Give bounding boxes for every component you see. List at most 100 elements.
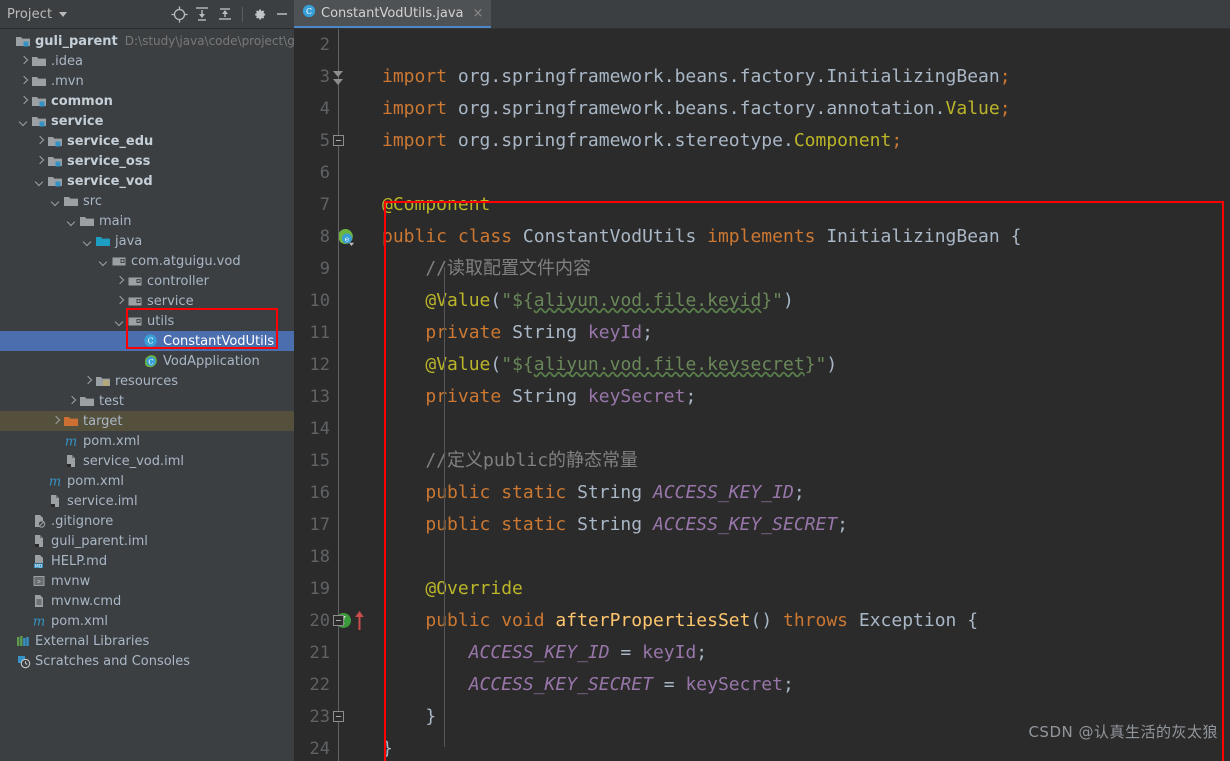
locate-target-icon[interactable] bbox=[168, 3, 190, 25]
editor-gutter[interactable] bbox=[334, 317, 382, 349]
minimize-icon[interactable] bbox=[271, 3, 293, 25]
tree-item-external-libraries[interactable]: External Libraries bbox=[0, 631, 294, 651]
spring-bean-gutter-icon[interactable]: e bbox=[337, 228, 356, 247]
tree-item-service-vod[interactable]: service_vod bbox=[0, 171, 294, 191]
chevron-right-icon[interactable] bbox=[34, 136, 45, 147]
tree-item-controller[interactable]: controller bbox=[0, 271, 294, 291]
code-line[interactable]: 18 bbox=[294, 541, 1230, 573]
chevron-right-icon[interactable] bbox=[66, 396, 77, 407]
code-line[interactable]: 2 bbox=[294, 29, 1230, 61]
tree-item-resources[interactable]: resources bbox=[0, 371, 294, 391]
code-line[interactable]: 20I public void afterPropertiesSet() thr… bbox=[294, 605, 1230, 637]
tree-item-gitignore[interactable]: .gitignore bbox=[0, 511, 294, 531]
code-line[interactable]: 4 import org.springframework.beans.factor… bbox=[294, 93, 1230, 125]
fold-marker-imports[interactable] bbox=[333, 79, 344, 85]
tree-item-pom-xml[interactable]: m pom.xml bbox=[0, 611, 294, 631]
tree-item-service[interactable]: service bbox=[0, 291, 294, 311]
chevron-right-icon[interactable] bbox=[18, 76, 29, 87]
code-line[interactable]: 5 import org.springframework.stereotype.C… bbox=[294, 125, 1230, 157]
tree-item-guli-parent[interactable]: guli_parent D:\study\java\code\project\gu… bbox=[0, 31, 294, 51]
code-line[interactable]: 12 @Value("${aliyun.vod.file.keysecret}"… bbox=[294, 349, 1230, 381]
chevron-down-icon[interactable] bbox=[114, 316, 125, 327]
project-tree[interactable]: guli_parent D:\study\java\code\project\gu… bbox=[0, 29, 294, 761]
code-line[interactable]: 8 e public class ConstantVodUtils implemen… bbox=[294, 221, 1230, 253]
editor-gutter[interactable] bbox=[334, 733, 382, 761]
tree-item-help-md[interactable]: MD HELP.md bbox=[0, 551, 294, 571]
tree-item-java[interactable]: java bbox=[0, 231, 294, 251]
chevron-right-icon[interactable] bbox=[18, 96, 29, 107]
code-line[interactable]: 3 import org.springframework.beans.factor… bbox=[294, 61, 1230, 93]
code-line[interactable]: 17 public static String ACCESS_KEY_SECRE… bbox=[294, 509, 1230, 541]
chevron-down-icon[interactable] bbox=[34, 176, 45, 187]
tree-item-mvnw-cmd[interactable]: mvnw.cmd bbox=[0, 591, 294, 611]
expand-all-icon[interactable] bbox=[191, 3, 213, 25]
editor-gutter[interactable]: e bbox=[334, 221, 382, 253]
editor-gutter[interactable] bbox=[334, 445, 382, 477]
chevron-down-icon[interactable] bbox=[66, 216, 77, 227]
editor-gutter[interactable] bbox=[334, 189, 382, 221]
editor-gutter[interactable] bbox=[334, 157, 382, 189]
chevron-down-icon[interactable] bbox=[50, 196, 61, 207]
tree-item-service-edu[interactable]: service_edu bbox=[0, 131, 294, 151]
editor-gutter[interactable] bbox=[334, 573, 382, 605]
chevron-down-icon[interactable] bbox=[82, 236, 93, 247]
tree-item-target[interactable]: target bbox=[0, 411, 294, 431]
code-viewport[interactable]: 2 3 import org.springframework.beans.facto… bbox=[294, 29, 1230, 761]
editor-gutter[interactable] bbox=[334, 29, 382, 61]
chevron-down-icon[interactable] bbox=[98, 256, 109, 267]
editor-gutter[interactable] bbox=[334, 285, 382, 317]
tab-constantvodutils[interactable]: C ConstantVodUtils.java × bbox=[294, 0, 492, 28]
tree-item-com-atguigu-vod[interactable]: com.atguigu.vod bbox=[0, 251, 294, 271]
chevron-right-icon[interactable] bbox=[34, 156, 45, 167]
tree-item-service-iml[interactable]: service.iml bbox=[0, 491, 294, 511]
chevron-right-icon[interactable] bbox=[18, 56, 29, 67]
settings-gear-icon[interactable] bbox=[248, 3, 270, 25]
code-line[interactable]: 9 //读取配置文件内容 bbox=[294, 253, 1230, 285]
tree-item-guli-parent-iml[interactable]: guli_parent.iml bbox=[0, 531, 294, 551]
tree-item-pom-xml[interactable]: m pom.xml bbox=[0, 471, 294, 491]
tree-item-utils[interactable]: utils bbox=[0, 311, 294, 331]
editor-gutter[interactable] bbox=[334, 381, 382, 413]
code-line[interactable]: 16 public static String ACCESS_KEY_ID; bbox=[294, 477, 1230, 509]
tree-item-service-oss[interactable]: service_oss bbox=[0, 151, 294, 171]
editor-gutter[interactable] bbox=[334, 413, 382, 445]
code-line[interactable]: 21 ACCESS_KEY_ID = keyId; bbox=[294, 637, 1230, 669]
code-line[interactable]: 11 private String keyId; bbox=[294, 317, 1230, 349]
chevron-down-icon[interactable] bbox=[18, 116, 29, 127]
editor-gutter[interactable] bbox=[334, 93, 382, 125]
tree-item-constantvodutils[interactable]: C ConstantVodUtils bbox=[0, 331, 294, 351]
code-line[interactable]: 7 @Component bbox=[294, 189, 1230, 221]
chevron-right-icon[interactable] bbox=[114, 276, 125, 287]
code-line[interactable]: 14 bbox=[294, 413, 1230, 445]
code-line[interactable]: 19 @Override bbox=[294, 573, 1230, 605]
tree-item-src[interactable]: src bbox=[0, 191, 294, 211]
editor-gutter[interactable] bbox=[334, 669, 382, 701]
tree-item-common[interactable]: common bbox=[0, 91, 294, 111]
tree-item-main[interactable]: main bbox=[0, 211, 294, 231]
editor-gutter[interactable] bbox=[334, 61, 382, 93]
collapse-all-icon[interactable] bbox=[214, 3, 236, 25]
fold-marker-import-end[interactable] bbox=[333, 135, 344, 146]
tree-item-pom-xml[interactable]: m pom.xml bbox=[0, 431, 294, 451]
editor-gutter[interactable] bbox=[334, 477, 382, 509]
tree-item-mvn[interactable]: .mvn bbox=[0, 71, 294, 91]
editor-gutter[interactable] bbox=[334, 509, 382, 541]
project-panel-title[interactable]: Project bbox=[0, 7, 52, 22]
fold-marker-imports[interactable] bbox=[333, 71, 344, 77]
editor-gutter[interactable] bbox=[334, 349, 382, 381]
tree-item-idea[interactable]: .idea bbox=[0, 51, 294, 71]
tree-item-scratches-and-consoles[interactable]: Scratches and Consoles bbox=[0, 651, 294, 671]
override-arrow-icon[interactable] bbox=[354, 610, 365, 631]
chevron-right-icon[interactable] bbox=[82, 376, 93, 387]
tree-item-test[interactable]: test bbox=[0, 391, 294, 411]
tree-item-service-vod-iml[interactable]: service_vod.iml bbox=[0, 451, 294, 471]
code-line[interactable]: 13 private String keySecret; bbox=[294, 381, 1230, 413]
close-icon[interactable]: × bbox=[473, 6, 484, 21]
fold-marker-method-end[interactable] bbox=[333, 711, 344, 722]
tree-item-mvnw[interactable]: > mvnw bbox=[0, 571, 294, 591]
code-line[interactable]: 10 @Value("${aliyun.vod.file.keyid}") bbox=[294, 285, 1230, 317]
tree-item-vodapplication[interactable]: C VodApplication bbox=[0, 351, 294, 371]
code-line[interactable]: 15 //定义public的静态常量 bbox=[294, 445, 1230, 477]
chevron-right-icon[interactable] bbox=[114, 296, 125, 307]
code-line[interactable]: 22 ACCESS_KEY_SECRET = keySecret; bbox=[294, 669, 1230, 701]
